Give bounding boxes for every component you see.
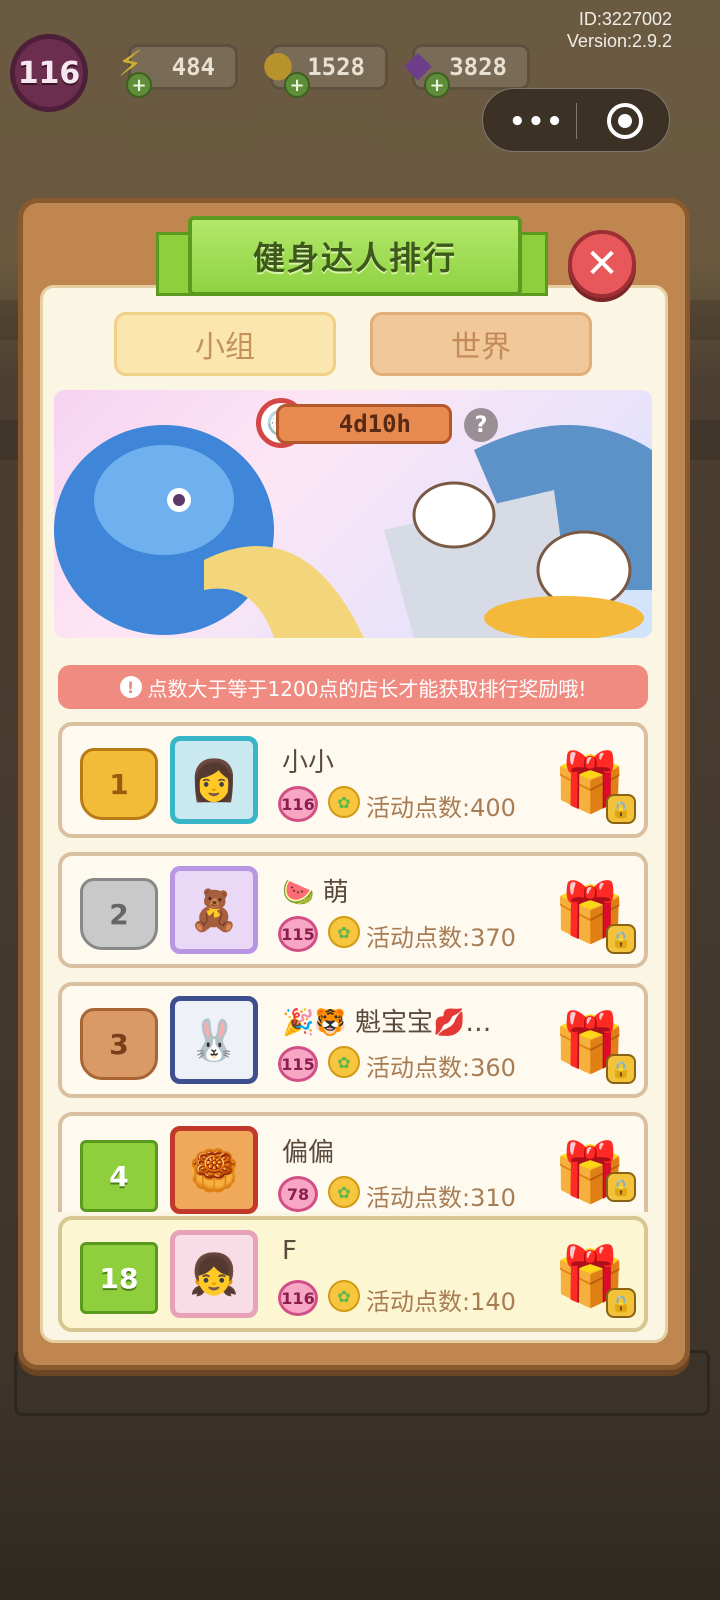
player-id: ID:3227002	[578, 9, 672, 29]
activity-points: 活动点数:360	[366, 1054, 516, 1082]
player-level-badge[interactable]: 116	[10, 34, 88, 112]
cat-character	[412, 481, 496, 549]
panel-title: 健身达人排行	[188, 216, 522, 296]
tab-world[interactable]: 世界	[370, 312, 592, 376]
level-heart-badge: 116	[278, 786, 318, 822]
gold-crown-rank-icon: 1	[80, 748, 158, 820]
lock-icon: 🔒	[606, 1172, 636, 1202]
level-heart-badge: 78	[278, 1176, 318, 1212]
avatar[interactable]: 👧	[170, 1230, 258, 1318]
activity-points: 活动点数:370	[366, 924, 516, 952]
reward-notice-text: 点数大于等于1200点的店长才能获取排行奖励哦!	[147, 676, 587, 701]
more-dots-icon[interactable]: •••	[509, 107, 565, 137]
tab-group[interactable]: 小组	[114, 312, 336, 376]
avatar[interactable]: 🧸	[170, 866, 258, 954]
reward-notice: ! 点数大于等于1200点的店长才能获取排行奖励哦!	[58, 665, 648, 709]
lock-icon: 🔒	[606, 1054, 636, 1084]
avatar[interactable]: 🥮	[170, 1126, 258, 1214]
level-heart-badge: 116	[278, 1280, 318, 1316]
rank-row[interactable]: 3 🐰 🎉🐯 魁宝宝💋… 115 ✿ 活动点数:360 🎁 🔒	[58, 982, 648, 1098]
mini-program-capsule: •••	[482, 88, 670, 152]
activity-points: 活动点数:400	[366, 794, 516, 822]
green-rank-flag: 18	[80, 1242, 158, 1314]
rank-row[interactable]: 4 🥮 偏偏 78 ✿ 活动点数:310 🎁 🔒	[58, 1112, 648, 1214]
player-name: 🎉🐯 魁宝宝💋…	[282, 1008, 492, 1038]
avatar[interactable]: 🐰	[170, 996, 258, 1084]
player-name: 偏偏	[282, 1138, 335, 1168]
dolphin-head-shape	[94, 445, 234, 555]
id-version-text: ID:3227002 Version:2.9.2	[567, 8, 672, 52]
close-button[interactable]: ✕	[568, 230, 636, 298]
rank-row[interactable]: 1 👩 小小 116 ✿ 活动点数:400 🎁 🔒	[58, 722, 648, 838]
add-energy-button[interactable]: +	[126, 72, 152, 98]
avatar[interactable]: 👩	[170, 736, 258, 824]
player-name: 小小	[282, 748, 335, 778]
dolphin-pupil	[173, 494, 185, 506]
level-heart-badge: 115	[278, 1046, 318, 1082]
help-button[interactable]: ?	[464, 408, 498, 442]
warning-icon: !	[119, 676, 142, 698]
lock-icon: 🔒	[606, 1288, 636, 1318]
event-timer: 4d10h	[276, 404, 452, 444]
float-ring-shape	[484, 596, 644, 638]
activity-points: 活动点数:310	[366, 1184, 516, 1212]
player-name: 🍉 萌	[282, 878, 349, 908]
clover-icon: ✿	[328, 1280, 360, 1312]
clover-icon: ✿	[328, 1046, 360, 1078]
level-heart-badge: 115	[278, 916, 318, 952]
clover-icon: ✿	[328, 1176, 360, 1208]
bronze-crown-rank-icon: 3	[80, 1008, 158, 1080]
rank-row[interactable]: 2 🧸 🍉 萌 115 ✿ 活动点数:370 🎁 🔒	[58, 852, 648, 968]
version-label: Version:2.9.2	[566, 31, 672, 51]
capsule-divider	[576, 103, 577, 139]
clover-icon: ✿	[328, 786, 360, 818]
my-rank-row[interactable]: 18 👧 F 116 ✿ 活动点数:140 🎁 🔒	[58, 1216, 648, 1332]
activity-points: 活动点数:140	[366, 1288, 516, 1316]
target-icon[interactable]	[607, 103, 643, 139]
green-rank-flag: 4	[80, 1140, 158, 1212]
silver-crown-rank-icon: 2	[80, 878, 158, 950]
add-gems-button[interactable]: +	[424, 72, 450, 98]
clover-icon: ✿	[328, 916, 360, 948]
close-icon: ✕	[585, 241, 619, 287]
add-coins-button[interactable]: +	[284, 72, 310, 98]
lock-icon: 🔒	[606, 924, 636, 954]
player-name: F	[282, 1236, 297, 1266]
lock-icon: 🔒	[606, 794, 636, 824]
